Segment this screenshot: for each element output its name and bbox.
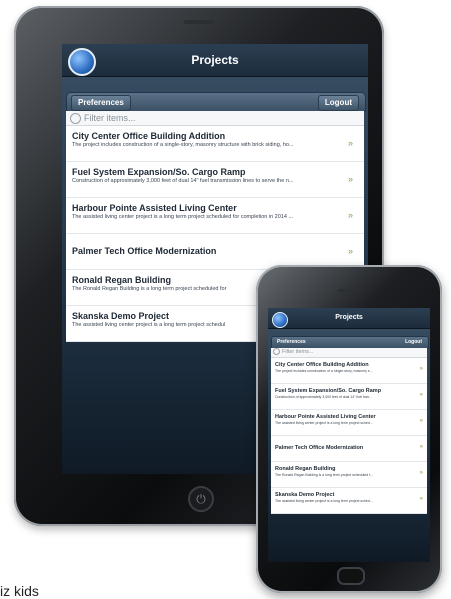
project-description: Construction of approximately 3,000 feet… (275, 395, 372, 399)
logout-button[interactable]: Logout (402, 338, 425, 347)
disclosure-arrow-icon: » (348, 138, 354, 148)
project-description: The assisted living center project is a … (72, 214, 294, 220)
search-icon (70, 113, 81, 125)
phone-device: Projects Preferences Logout Filter items… (256, 265, 442, 593)
tablet-camera (184, 20, 214, 24)
project-list: City Center Office Building Addition The… (271, 358, 427, 514)
caption-text: iz kids (0, 583, 39, 599)
preferences-button[interactable]: Preferences (71, 95, 131, 111)
project-name: Palmer Tech Office Modernization (275, 445, 364, 451)
project-name: Skanska Demo Project (275, 492, 335, 498)
disclosure-arrow-icon: » (419, 496, 423, 502)
phone-speaker (338, 289, 360, 292)
project-name: Fuel System Expansion/So. Cargo Ramp (275, 388, 382, 394)
disclosure-arrow-icon: » (419, 444, 423, 450)
disclosure-arrow-icon: » (419, 418, 423, 424)
tablet-toolbar: Preferences Logout (66, 92, 366, 112)
project-description: The project includes construction of a s… (275, 369, 373, 373)
project-name: Harbour Pointe Assisted Living Center (275, 414, 376, 420)
disclosure-arrow-icon: » (348, 210, 354, 220)
filter-placeholder: Filter items... (84, 113, 136, 123)
disclosure-arrow-icon: » (348, 246, 354, 256)
list-item[interactable]: Fuel System Expansion/So. Cargo Ramp Con… (66, 162, 364, 198)
disclosure-arrow-icon: » (419, 392, 423, 398)
logout-button[interactable]: Logout (317, 95, 359, 111)
project-name: Harbour Pointe Assisted Living Center (72, 203, 237, 213)
list-item[interactable]: Harbour Pointe Assisted Living Center Th… (271, 410, 427, 436)
project-description: The assisted living center project is a … (275, 499, 373, 503)
filter-input[interactable]: Filter items... (271, 348, 427, 358)
project-name: City Center Office Building Addition (72, 131, 226, 141)
project-description: The project includes construction of a s… (72, 142, 294, 148)
disclosure-arrow-icon: » (419, 366, 423, 372)
disclosure-arrow-icon: » (348, 174, 354, 184)
phone-nav-bar: Projects (268, 308, 430, 329)
project-description: Construction of approximately 3,000 feet… (72, 178, 294, 184)
project-name: City Center Office Building Addition (275, 362, 369, 368)
home-button[interactable] (337, 567, 365, 585)
list-item[interactable]: City Center Office Building Addition The… (271, 358, 427, 384)
page-title: Projects (191, 53, 239, 67)
phone-screen: Projects Preferences Logout Filter items… (268, 308, 430, 562)
search-icon (273, 348, 280, 356)
page-title: Projects (335, 314, 363, 321)
project-name: Fuel System Expansion/So. Cargo Ramp (72, 167, 246, 177)
list-item[interactable]: Harbour Pointe Assisted Living Center Th… (66, 198, 364, 234)
project-name: Ronald Regan Building (275, 466, 336, 472)
list-item[interactable]: Ronald Regan Building The Ronald Regan B… (271, 462, 427, 488)
list-item[interactable]: City Center Office Building Addition The… (66, 126, 364, 162)
project-name: Palmer Tech Office Modernization (72, 246, 217, 256)
disclosure-arrow-icon: » (419, 470, 423, 476)
tablet-nav-bar: Projects (62, 44, 368, 77)
project-description: The Ronald Regan Building is a long term… (275, 473, 374, 477)
power-icon[interactable]: ⏻ (188, 486, 214, 512)
preferences-button[interactable]: Preferences (274, 338, 309, 347)
list-item[interactable]: Palmer Tech Office Modernization » (271, 436, 427, 462)
filter-input[interactable]: Filter items... (66, 111, 364, 126)
filter-placeholder: Filter items... (282, 349, 314, 355)
list-item[interactable]: Fuel System Expansion/So. Cargo Ramp Con… (271, 384, 427, 410)
list-item[interactable]: Skanska Demo Project The assisted living… (271, 488, 427, 514)
project-description: The assisted living center project is a … (275, 421, 373, 425)
